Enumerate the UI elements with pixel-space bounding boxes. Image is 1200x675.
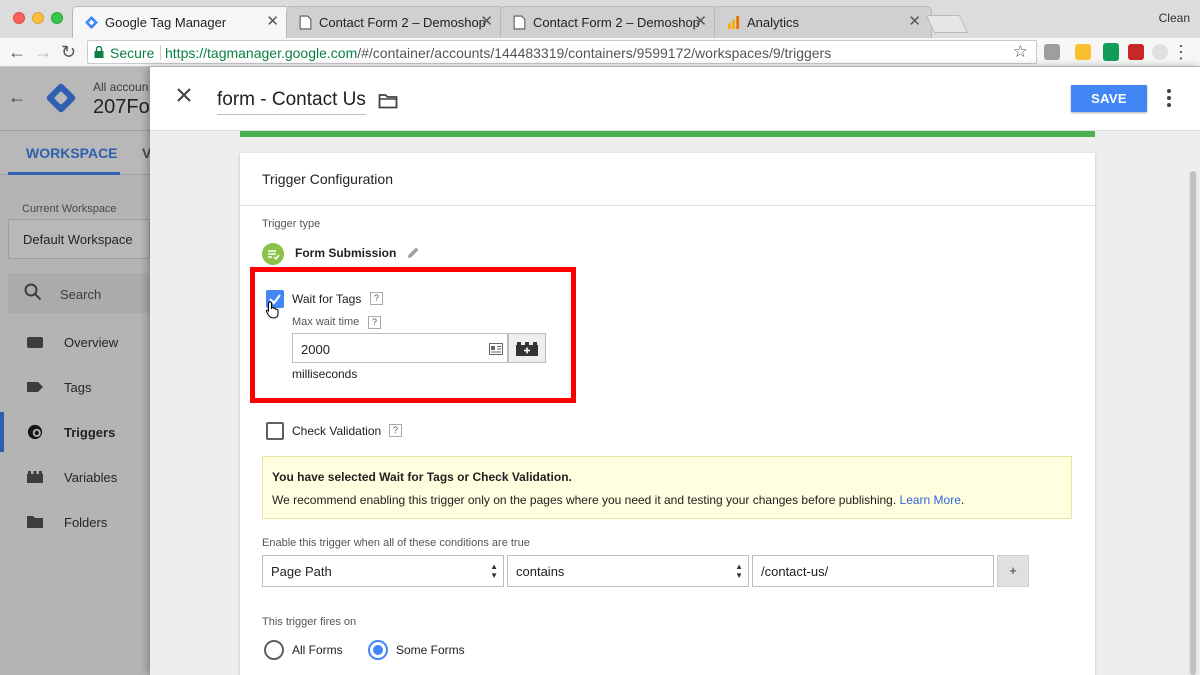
selected-value: Page Path bbox=[271, 564, 332, 579]
analytics-icon bbox=[727, 16, 740, 29]
address-bar[interactable]: Secure https://tagmanager.google.com/#/c… bbox=[87, 40, 1037, 64]
lock-icon bbox=[94, 46, 104, 58]
trigger-configuration-card: Trigger Configuration Trigger type Form … bbox=[240, 153, 1095, 675]
window-zoom-button[interactable] bbox=[51, 12, 63, 24]
card-title: Trigger Configuration bbox=[262, 171, 393, 187]
some-forms-label[interactable]: Some Forms bbox=[396, 643, 465, 657]
omnibox-separator bbox=[160, 45, 161, 60]
reload-icon[interactable]: ↻ bbox=[61, 41, 76, 63]
tab-close-icon[interactable]: ✕ bbox=[908, 13, 921, 31]
select-arrows-icon: ▲ ▼ bbox=[490, 562, 498, 580]
condition-value: /contact-us/ bbox=[761, 564, 829, 579]
warning-body: We recommend enabling this trigger only … bbox=[272, 493, 965, 507]
add-condition-button[interactable]: + bbox=[997, 555, 1029, 587]
selected-value: contains bbox=[516, 564, 565, 579]
extension-code-icon[interactable] bbox=[1044, 44, 1060, 60]
tab-close-icon[interactable]: ✕ bbox=[480, 13, 493, 31]
editor-header: form - Contact Us SAVE bbox=[150, 67, 1200, 131]
browser-tab-bar: Google Tag Manager ✕ Contact Form 2 – De… bbox=[0, 0, 1200, 38]
trigger-name-input[interactable]: form - Contact Us bbox=[217, 89, 366, 115]
tab-title: Analytics bbox=[747, 15, 800, 30]
close-icon[interactable] bbox=[174, 85, 194, 105]
highlight-annotation-box bbox=[250, 267, 576, 403]
tab-close-icon[interactable]: ✕ bbox=[266, 13, 279, 31]
extension-flag-icon[interactable] bbox=[1128, 44, 1144, 60]
url-path: /#/container/accounts/144483319/containe… bbox=[357, 45, 832, 61]
fires-on-label: This trigger fires on bbox=[262, 616, 357, 628]
condition-value-input[interactable]: /contact-us/ bbox=[752, 555, 994, 587]
forward-arrow-icon[interactable]: → bbox=[34, 41, 52, 63]
all-forms-label[interactable]: All Forms bbox=[292, 643, 343, 657]
trigger-type-label: Trigger type bbox=[262, 218, 321, 230]
back-arrow-icon[interactable]: ← bbox=[8, 41, 26, 63]
condition-operator-select[interactable]: contains ▲ ▼ bbox=[507, 555, 749, 587]
page-icon bbox=[513, 15, 526, 30]
all-forms-radio[interactable] bbox=[264, 640, 284, 660]
new-tab-button[interactable] bbox=[925, 15, 969, 33]
browser-tab-analytics[interactable]: Analytics ✕ bbox=[714, 6, 932, 38]
conditions-label: Enable this trigger when all of these co… bbox=[262, 537, 530, 549]
divider bbox=[240, 205, 1095, 206]
window-minimize-button[interactable] bbox=[32, 12, 44, 24]
warning-notice: You have selected Wait for Tags or Check… bbox=[262, 456, 1072, 519]
condition-variable-select[interactable]: Page Path ▲ ▼ bbox=[262, 555, 504, 587]
extension-on-icon[interactable] bbox=[1103, 43, 1119, 61]
tab-close-icon[interactable]: ✕ bbox=[694, 13, 707, 31]
check-validation-label[interactable]: Check Validation bbox=[292, 424, 381, 438]
edit-pencil-icon[interactable] bbox=[407, 246, 420, 259]
page-icon bbox=[299, 15, 312, 30]
learn-more-link[interactable]: Learn More bbox=[900, 493, 961, 507]
save-button[interactable]: SAVE bbox=[1071, 85, 1147, 112]
select-arrows-icon: ▲ ▼ bbox=[735, 562, 743, 580]
some-forms-radio[interactable] bbox=[368, 640, 388, 660]
url-text: https://tagmanager.google.com/#/containe… bbox=[165, 45, 831, 61]
trigger-editor-panel: form - Contact Us SAVE Trigger Configura… bbox=[150, 67, 1200, 675]
gtm-icon bbox=[85, 16, 98, 29]
trigger-type-name[interactable]: Form Submission bbox=[295, 246, 396, 260]
extension-circle-icon[interactable] bbox=[1152, 44, 1168, 60]
browser-tab-gtm[interactable]: Google Tag Manager ✕ bbox=[72, 6, 290, 38]
bookmark-star-icon[interactable]: ☆ bbox=[1013, 42, 1028, 62]
check-validation-checkbox[interactable] bbox=[266, 422, 284, 440]
browser-toolbar: ← → ↻ Secure https://tagmanager.google.c… bbox=[0, 38, 1200, 67]
scrollbar-thumb[interactable] bbox=[1190, 171, 1196, 675]
tab-title: Contact Form 2 – Demoshop bbox=[319, 15, 486, 30]
tab-title: Contact Form 2 – Demoshop bbox=[533, 15, 700, 30]
tag-summary-card-edge bbox=[240, 131, 1095, 137]
extension-tag-icon[interactable] bbox=[1075, 44, 1091, 60]
warning-title: You have selected Wait for Tags or Check… bbox=[272, 470, 572, 484]
browser-profile-name[interactable]: Clean bbox=[1159, 11, 1190, 25]
form-submission-icon bbox=[262, 243, 284, 265]
secure-label: Secure bbox=[110, 45, 155, 61]
browser-tab-demoshop-1[interactable]: Contact Form 2 – Demoshop ✕ bbox=[286, 6, 504, 38]
browser-tab-demoshop-2[interactable]: Contact Form 2 – Demoshop ✕ bbox=[500, 6, 718, 38]
window-close-button[interactable] bbox=[13, 12, 25, 24]
help-icon[interactable]: ? bbox=[389, 424, 402, 437]
warning-text: We recommend enabling this trigger only … bbox=[272, 493, 897, 507]
folder-icon[interactable] bbox=[378, 93, 398, 109]
tab-title: Google Tag Manager bbox=[105, 15, 227, 30]
url-host: https://tagmanager.google.com bbox=[165, 45, 358, 61]
more-options-icon[interactable] bbox=[1166, 88, 1172, 108]
browser-menu-icon[interactable]: ⋮ bbox=[1172, 42, 1190, 62]
